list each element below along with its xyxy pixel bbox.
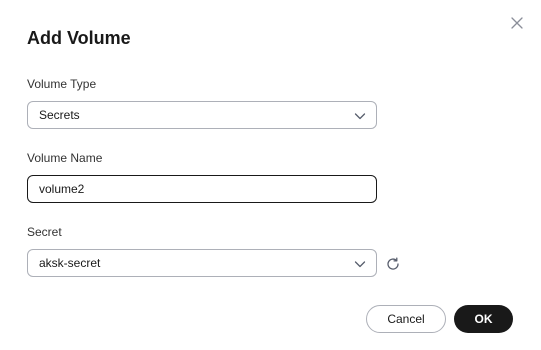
volume-type-value: Secrets [39,108,80,122]
volume-name-value: volume2 [39,182,85,196]
secret-label: Secret [27,225,62,239]
volume-type-label: Volume Type [27,77,97,91]
close-icon[interactable] [509,15,525,31]
secret-value: aksk-secret [39,256,101,270]
volume-type-select[interactable]: Secrets [27,101,377,129]
ok-button[interactable]: OK [454,305,513,333]
chevron-down-icon [354,258,366,270]
volume-name-label: Volume Name [27,151,103,165]
volume-name-input[interactable]: volume2 [27,175,377,203]
refresh-icon[interactable] [385,256,401,272]
cancel-button[interactable]: Cancel [366,305,446,333]
add-volume-dialog: Add Volume Volume Type Secrets Volume Na… [0,0,541,350]
secret-select[interactable]: aksk-secret [27,249,377,277]
chevron-down-icon [354,110,366,122]
dialog-title: Add Volume [27,28,131,48]
